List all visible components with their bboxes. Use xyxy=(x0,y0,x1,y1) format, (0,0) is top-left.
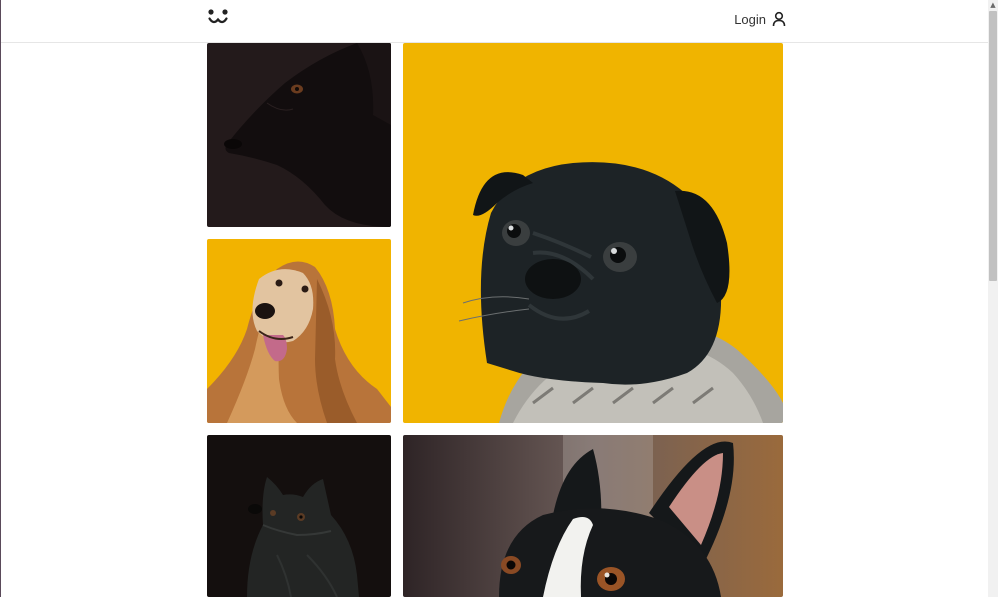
photo-tile-black-fluffy-dog[interactable] xyxy=(207,435,391,597)
vertical-scrollbar[interactable]: ▲ xyxy=(988,0,998,597)
photo-tile-pug[interactable] xyxy=(403,43,783,423)
scroll-up-arrow-icon[interactable]: ▲ xyxy=(988,0,998,10)
photo-tile-boston-terrier[interactable] xyxy=(403,435,783,597)
top-navigation-bar: Login xyxy=(1,0,988,43)
login-button[interactable]: Login xyxy=(734,10,786,28)
user-icon xyxy=(772,11,786,27)
dog-face-logo-icon[interactable] xyxy=(207,8,231,28)
scrollbar-thumb[interactable] xyxy=(989,11,997,281)
login-label: Login xyxy=(734,11,766,27)
photo-tile-afghan-hound[interactable] xyxy=(207,239,391,423)
photo-tile-black-dog[interactable] xyxy=(207,43,391,227)
browser-viewport: Login xyxy=(0,0,988,597)
